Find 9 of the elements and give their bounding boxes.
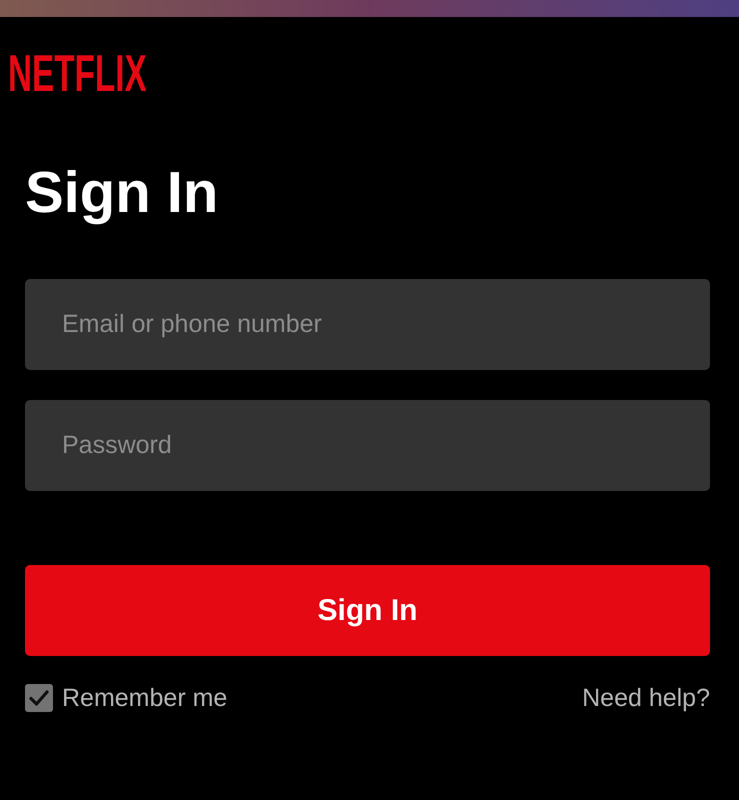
need-help-link[interactable]: Need help? [582, 686, 710, 710]
checkmark-icon [29, 690, 49, 706]
sign-in-button[interactable]: Sign In [25, 565, 710, 656]
remember-me-label: Remember me [62, 686, 228, 710]
page-title: Sign In [25, 164, 218, 222]
password-field[interactable]: Password [25, 400, 710, 491]
netflix-logo: NETFLIX [8, 48, 147, 100]
email-field[interactable]: Email or phone number [25, 279, 710, 370]
remember-me-checkbox[interactable] [25, 684, 53, 712]
